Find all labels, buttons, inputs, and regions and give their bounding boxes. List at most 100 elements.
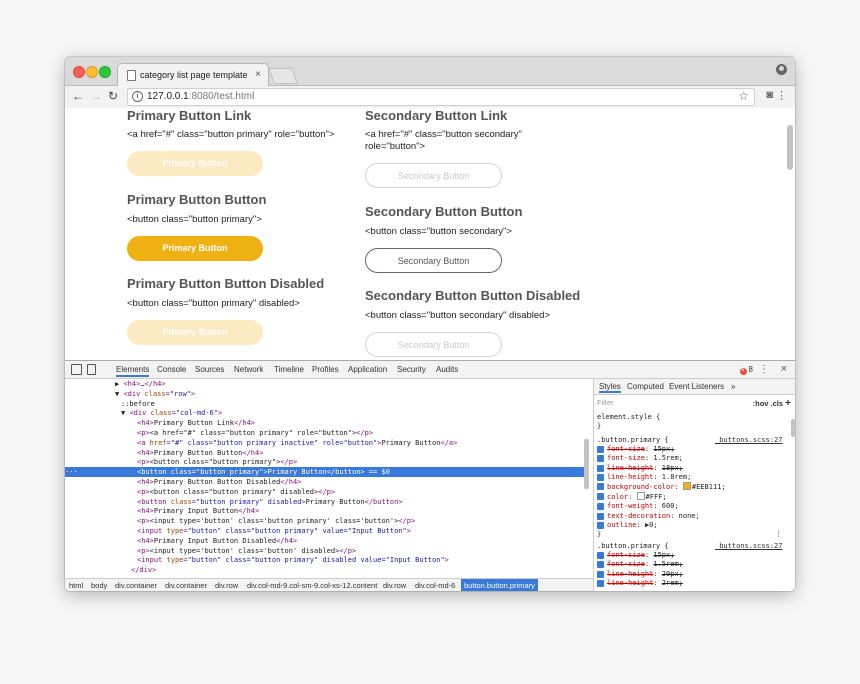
- dom-node[interactable]: <h4>Primary Button Link</h4>: [65, 418, 585, 428]
- tab-timeline[interactable]: Timeline: [274, 365, 304, 374]
- hov-cls-toggle[interactable]: :hov .cls +: [753, 398, 791, 409]
- dom-node[interactable]: <h4>Primary Button Button</h4>: [65, 448, 585, 458]
- more-tabs-icon[interactable]: »: [731, 382, 735, 391]
- dom-node-selected[interactable]: ··· <button class="button primary">Primar…: [65, 467, 585, 478]
- dom-node[interactable]: <h4>Primary Button Button Disabled</h4>: [65, 477, 585, 487]
- breadcrumb-item[interactable]: div.col-md-6: [415, 581, 455, 590]
- tab-security[interactable]: Security: [397, 365, 426, 374]
- profile-icon[interactable]: [776, 64, 787, 75]
- address-bar[interactable]: i 127.0.0.1:8080/test.html ☆: [127, 88, 755, 106]
- dom-node[interactable]: <h4>Primary Input Button Disabled</h4>: [65, 536, 585, 546]
- tab-console[interactable]: Console: [157, 365, 186, 374]
- css-source-link[interactable]: _buttons.scss:27: [715, 542, 782, 551]
- css-selector[interactable]: .button.primary {: [597, 436, 669, 444]
- close-window-button[interactable]: [73, 66, 85, 78]
- property-checkbox[interactable]: [597, 455, 604, 463]
- bookmark-star-icon[interactable]: ☆: [738, 89, 749, 103]
- css-property[interactable]: line-height: 20px;: [597, 570, 683, 579]
- breadcrumb-item[interactable]: body: [91, 581, 107, 590]
- css-selector[interactable]: .button.primary {: [597, 542, 669, 550]
- dom-node[interactable]: <p><button class="button primary"></p>: [65, 457, 585, 467]
- tab-sources[interactable]: Sources: [195, 365, 224, 374]
- breadcrumb-item[interactable]: button.button.primary: [461, 579, 538, 591]
- dom-node[interactable]: ▼ <div class="col-md-6">: [65, 408, 585, 418]
- error-count-badge[interactable]: × 8: [739, 365, 753, 375]
- reload-icon[interactable]: ↻: [108, 89, 118, 103]
- dom-node[interactable]: <p><a href="#" class="button primary" ro…: [65, 428, 585, 438]
- tab-audits[interactable]: Audits: [436, 365, 458, 374]
- tab-event-listeners[interactable]: Event Listeners: [669, 382, 724, 391]
- breadcrumb-item[interactable]: div.col-md-9.col-sm-9.col-xs-12.content: [247, 581, 377, 590]
- dom-node[interactable]: <h4>Primary Input Button</h4>: [65, 506, 585, 516]
- property-checkbox[interactable]: [597, 483, 604, 491]
- menu-kebab-icon[interactable]: ⋮: [776, 89, 787, 102]
- property-checkbox[interactable]: [597, 473, 604, 481]
- dom-node[interactable]: <p><input type='button' class='button' d…: [65, 546, 585, 556]
- back-arrow-icon[interactable]: ←: [72, 89, 84, 103]
- primary-button[interactable]: Primary Button: [127, 236, 263, 261]
- camera-icon[interactable]: ◙: [766, 89, 773, 101]
- tab-computed[interactable]: Computed: [627, 382, 664, 391]
- color-swatch[interactable]: [636, 492, 645, 501]
- rule-menu-icon[interactable]: ⋮: [775, 530, 782, 539]
- css-property[interactable]: line-height: 2rem;: [597, 579, 683, 588]
- forward-arrow-icon[interactable]: →: [90, 89, 102, 103]
- css-property[interactable]: font-size: 15px;: [597, 551, 683, 560]
- css-property[interactable]: line-height: 1.8rem;: [597, 473, 726, 482]
- tab-profiles[interactable]: Profiles: [312, 365, 339, 374]
- secondary-button[interactable]: Secondary Button: [365, 248, 502, 273]
- devtools-menu-icon[interactable]: ⋮: [759, 364, 769, 375]
- devtools-close-icon[interactable]: ×: [781, 363, 787, 375]
- property-checkbox[interactable]: [597, 493, 604, 501]
- device-toolbar-icon[interactable]: [87, 364, 96, 375]
- dom-node[interactable]: ::before: [65, 399, 585, 409]
- property-checkbox[interactable]: [597, 570, 604, 578]
- site-info-icon[interactable]: i: [132, 91, 143, 102]
- dom-node[interactable]: <p><button class="button primary" disabl…: [65, 487, 585, 497]
- new-tab-button[interactable]: [268, 68, 298, 84]
- color-swatch[interactable]: [682, 482, 691, 491]
- property-checkbox[interactable]: [597, 512, 604, 520]
- add-rule-icon[interactable]: +: [785, 398, 791, 409]
- property-checkbox[interactable]: [597, 446, 604, 454]
- property-checkbox[interactable]: [597, 561, 604, 569]
- tab-application[interactable]: Application: [348, 365, 387, 374]
- dom-node[interactable]: <p><input type='button' class='button pr…: [65, 516, 585, 526]
- dom-node[interactable]: ▶ <h4>…</h4>: [65, 379, 585, 389]
- property-checkbox[interactable]: [597, 552, 604, 560]
- property-checkbox[interactable]: [597, 503, 604, 511]
- breadcrumb-item[interactable]: div.container: [115, 581, 157, 590]
- dom-node[interactable]: <input type="button" class="button prima…: [65, 526, 585, 536]
- dom-node[interactable]: ▼ <div class="row">: [65, 389, 585, 399]
- breadcrumb-item[interactable]: div.row: [383, 581, 406, 590]
- property-checkbox[interactable]: [597, 521, 604, 529]
- breadcrumb-item[interactable]: html: [69, 581, 83, 590]
- dom-node[interactable]: <button class="button primary" disabled>…: [65, 497, 585, 507]
- dom-node[interactable]: </div>: [65, 565, 585, 575]
- css-property[interactable]: font-size: 15px;: [597, 445, 726, 454]
- styles-filter-input[interactable]: Filter: [597, 398, 614, 407]
- page-scrollbar[interactable]: [787, 125, 793, 170]
- tab-network[interactable]: Network: [234, 365, 263, 374]
- elements-dom-tree[interactable]: ▶ <h4>…</h4> ▼ <div class="row">::before ▼…: [65, 379, 585, 578]
- tab-close-icon[interactable]: ×: [255, 69, 261, 80]
- dom-node[interactable]: <input type="button" class="button prima…: [65, 555, 585, 565]
- styles-scrollbar[interactable]: [791, 419, 795, 437]
- css-property[interactable]: font-weight: 600;: [597, 502, 726, 511]
- breadcrumb-item[interactable]: div.container: [165, 581, 207, 590]
- zoom-window-button[interactable]: [99, 66, 111, 78]
- secondary-link-inactive-button[interactable]: Secondary Button: [365, 163, 502, 188]
- dom-node[interactable]: <a href="#" class="button primary inacti…: [65, 438, 585, 448]
- css-property[interactable]: background-color: #EEB111;: [597, 482, 726, 492]
- css-property[interactable]: font-size: 1.5rem;: [597, 560, 683, 569]
- css-source-link[interactable]: _buttons.scss:27: [715, 436, 782, 445]
- browser-tab[interactable]: category list page template ×: [117, 63, 269, 87]
- primary-link-inactive-button[interactable]: Primary Button: [127, 151, 263, 176]
- breadcrumb-item[interactable]: div.row: [215, 581, 238, 590]
- tab-styles[interactable]: Styles: [599, 382, 621, 393]
- property-checkbox[interactable]: [597, 579, 604, 587]
- css-property[interactable]: font-size: 1.5rem;: [597, 454, 726, 463]
- minimize-window-button[interactable]: [86, 66, 98, 78]
- css-property[interactable]: line-height: 18px;: [597, 464, 726, 473]
- elements-scrollbar[interactable]: [584, 439, 589, 489]
